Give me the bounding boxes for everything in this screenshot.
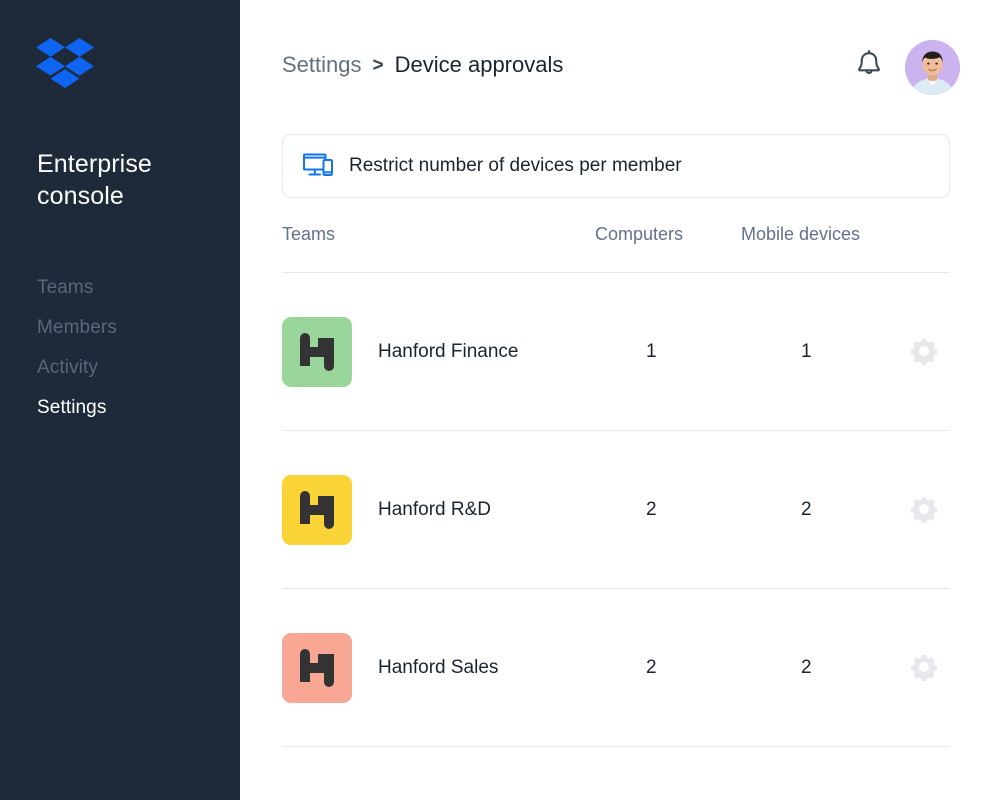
table-footer-divider bbox=[282, 746, 950, 747]
restrict-devices-label: Restrict number of devices per member bbox=[349, 155, 682, 176]
table-row[interactable]: Hanford Finance 1 1 bbox=[282, 273, 950, 430]
mobile-count: 2 bbox=[801, 656, 812, 678]
table-header-row: Teams Computers Mobile devices bbox=[282, 214, 950, 272]
breadcrumb: Settings > Device approvals bbox=[282, 52, 563, 78]
computers-count: 1 bbox=[646, 340, 657, 362]
gear-icon[interactable] bbox=[909, 495, 939, 525]
mobile-count: 2 bbox=[801, 498, 812, 520]
team-name: Hanford R&D bbox=[378, 498, 491, 520]
sidebar-item-teams[interactable]: Teams bbox=[37, 268, 227, 308]
hanford-monogram-icon bbox=[282, 632, 352, 703]
top-bar-actions bbox=[849, 40, 960, 95]
column-header-mobile: Mobile devices bbox=[741, 224, 861, 244]
breadcrumb-parent[interactable]: Settings bbox=[282, 52, 362, 78]
sidebar-item-activity[interactable]: Activity bbox=[37, 348, 227, 388]
table-row[interactable]: Hanford Sales 2 2 bbox=[282, 589, 950, 746]
mobile-count: 1 bbox=[801, 340, 812, 362]
restrict-devices-card[interactable]: Restrict number of devices per member bbox=[282, 134, 950, 198]
team-name: Hanford Finance bbox=[378, 340, 519, 362]
gear-icon[interactable] bbox=[909, 653, 939, 683]
avatar[interactable] bbox=[905, 40, 960, 95]
sidebar-item-members[interactable]: Members bbox=[37, 308, 227, 348]
main-content: Settings > Device approvals Restrict num… bbox=[240, 0, 990, 800]
column-header-computers: Computers bbox=[595, 224, 684, 244]
computers-count: 2 bbox=[646, 656, 657, 678]
sidebar-nav: Teams Members Activity Settings bbox=[37, 268, 227, 428]
sidebar: Enterprise console Teams Members Activit… bbox=[0, 0, 240, 800]
sidebar-item-settings[interactable]: Settings bbox=[37, 388, 227, 428]
column-header-teams: Teams bbox=[282, 224, 336, 244]
notifications-button[interactable] bbox=[849, 46, 889, 90]
app-root: Enterprise console Teams Members Activit… bbox=[0, 0, 990, 800]
devices-icon bbox=[303, 153, 333, 179]
bell-icon bbox=[855, 50, 883, 85]
chevron-right-icon: > bbox=[372, 55, 384, 76]
gear-icon[interactable] bbox=[909, 337, 939, 367]
computers-count: 2 bbox=[646, 498, 657, 520]
hanford-monogram-icon bbox=[282, 474, 352, 545]
device-approvals-table: Teams Computers Mobile devices Hanford F… bbox=[282, 214, 950, 747]
hanford-monogram-icon bbox=[282, 316, 352, 387]
table-row[interactable]: Hanford R&D 2 2 bbox=[282, 431, 950, 588]
brand-title: Enterprise console bbox=[37, 150, 152, 210]
page-title: Device approvals bbox=[394, 52, 564, 77]
team-name: Hanford Sales bbox=[378, 656, 499, 678]
dropbox-logo-icon[interactable] bbox=[36, 38, 94, 88]
